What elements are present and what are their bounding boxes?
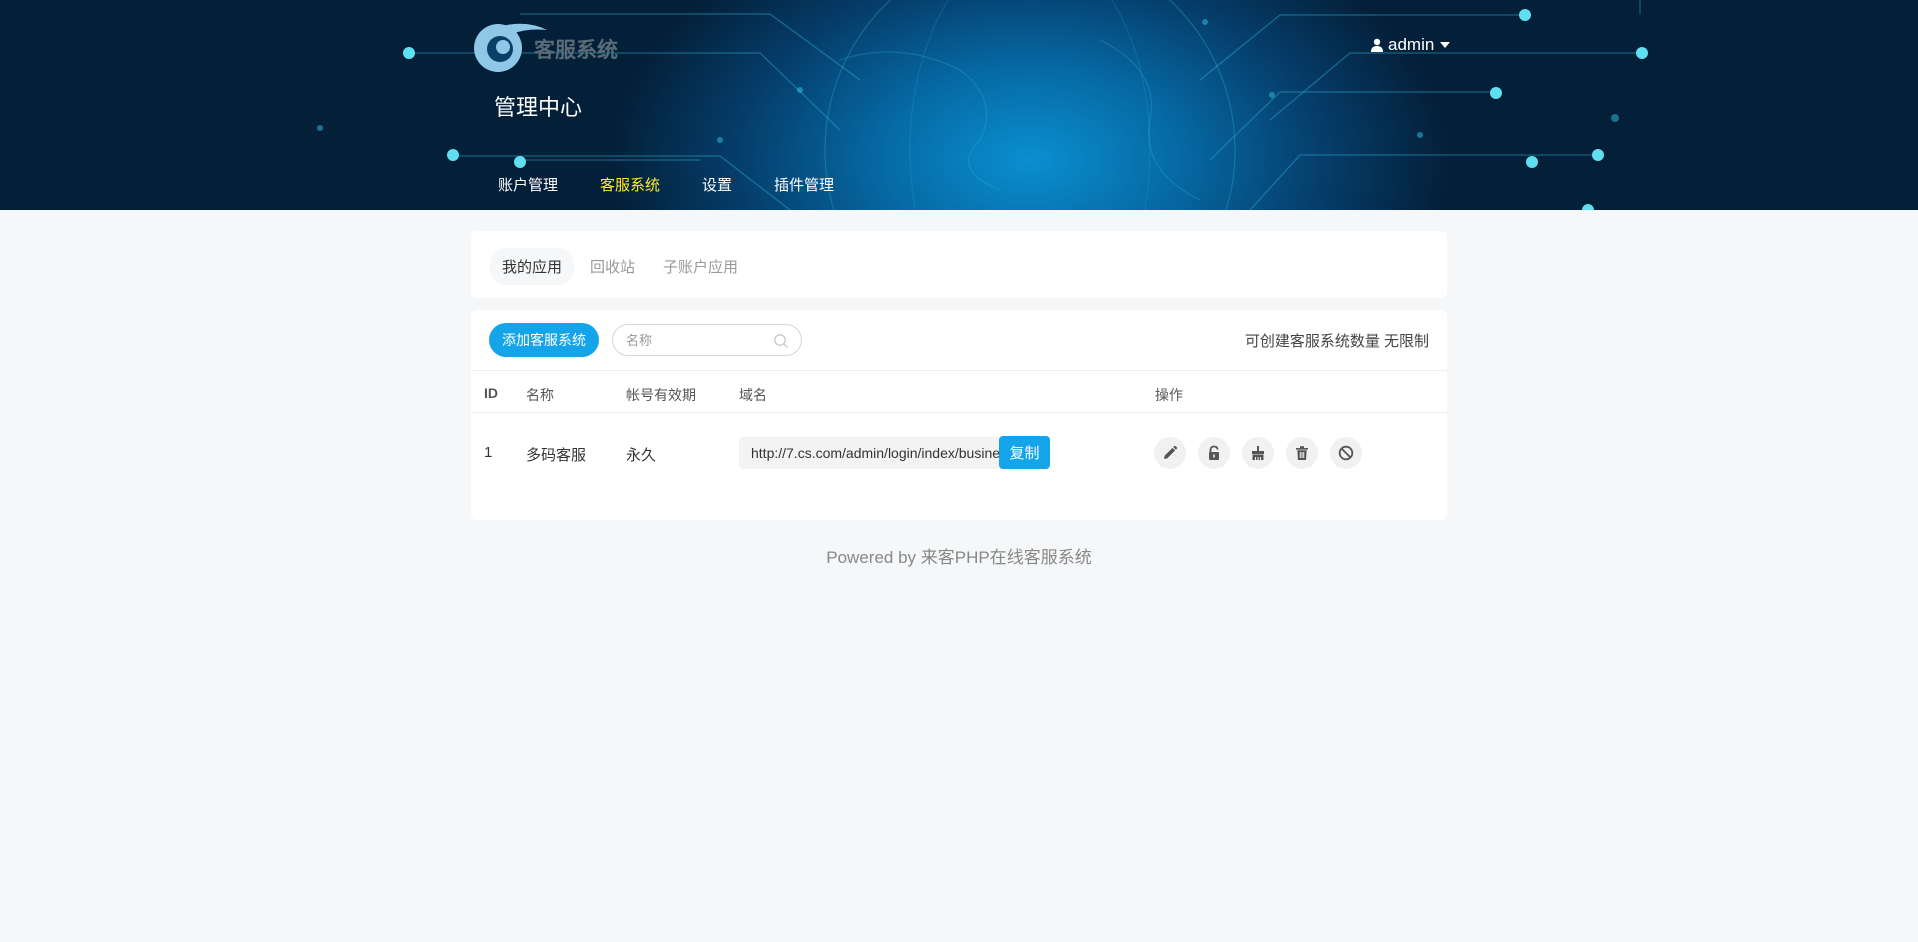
circuit-background: [317, 0, 1648, 210]
copy-button[interactable]: 复制: [999, 436, 1050, 469]
add-service-button[interactable]: 添加客服系统: [489, 323, 599, 357]
trash-icon: [1296, 446, 1308, 460]
nav-item-customer-service[interactable]: 客服系统: [600, 174, 660, 195]
row-id: 1: [484, 444, 493, 461]
user-name: admin: [1388, 35, 1435, 54]
divider: [471, 412, 1447, 413]
quota-text: 可创建客服系统数量 无限制: [1244, 333, 1429, 350]
delete-button[interactable]: [1286, 437, 1318, 469]
search-input[interactable]: [626, 332, 766, 348]
row-actions: [1154, 437, 1362, 469]
tab-recycle-bin[interactable]: 回收站: [578, 248, 647, 285]
row-validity: 永久: [626, 447, 657, 464]
tab-sub-account-apps[interactable]: 子账户应用: [651, 248, 750, 285]
ban-icon: [1338, 445, 1354, 461]
header-id: ID: [484, 385, 498, 401]
page-title: 管理中心: [494, 95, 583, 120]
user-icon: [1371, 38, 1383, 52]
nav-item-accounts[interactable]: 账户管理: [498, 174, 558, 195]
main-nav: 账户管理 客服系统 设置 插件管理: [498, 174, 876, 195]
search-box: [612, 324, 802, 356]
broom-icon: [1252, 446, 1264, 460]
unlock-icon: [1209, 445, 1219, 460]
divider: [471, 370, 1447, 371]
header-actions: 操作: [1155, 387, 1183, 403]
chevron-down-icon: [1440, 42, 1451, 48]
search-icon[interactable]: [773, 333, 789, 349]
row-name: 多码客服: [526, 447, 587, 464]
unlock-button[interactable]: [1198, 437, 1230, 469]
header-domain: 域名: [739, 387, 767, 403]
tabs-panel: 我的应用 回收站 子账户应用: [471, 231, 1447, 298]
nav-item-settings[interactable]: 设置: [702, 174, 732, 195]
header-name: 名称: [526, 387, 554, 403]
tab-my-apps[interactable]: 我的应用: [490, 248, 575, 285]
logo-text: 客服系统: [534, 39, 618, 62]
footer-credit: Powered by 来客PHP在线客服系统: [826, 548, 1092, 567]
edit-button[interactable]: [1154, 437, 1186, 469]
header-banner: 客服系统 管理中心 admin 账户管理 客服系统 设置 插件管理: [0, 0, 1918, 210]
app-list-panel: 添加客服系统 可创建客服系统数量 无限制 ID 名称 帐号有效期 域名 操作 1…: [471, 310, 1447, 520]
domain-url: http://7.cs.com/admin/login/index/busine…: [751, 445, 999, 461]
clean-button[interactable]: [1242, 437, 1274, 469]
nav-item-plugins[interactable]: 插件管理: [774, 174, 834, 195]
user-menu[interactable]: admin: [1370, 35, 1451, 55]
edit-icon: [1164, 445, 1178, 459]
header-validity: 帐号有效期: [626, 387, 696, 403]
disable-button[interactable]: [1330, 437, 1362, 469]
domain-url-field[interactable]: http://7.cs.com/admin/login/index/busine…: [739, 437, 1001, 469]
